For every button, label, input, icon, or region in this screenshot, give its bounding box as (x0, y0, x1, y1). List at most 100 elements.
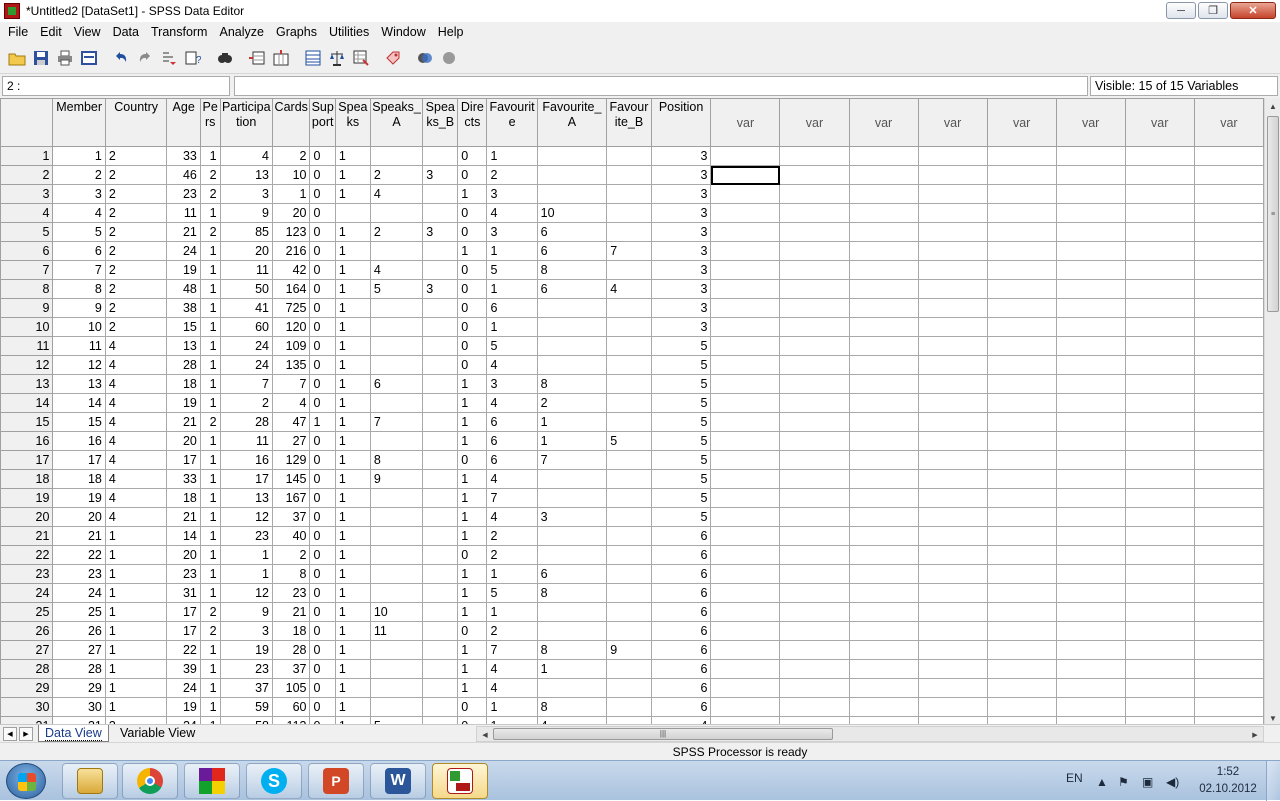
empty-cell[interactable] (710, 412, 781, 432)
empty-cell[interactable] (710, 450, 781, 470)
empty-cell[interactable] (1124, 564, 1195, 584)
chrome-icon[interactable] (122, 763, 178, 799)
data-cell[interactable]: 1 (536, 412, 608, 432)
empty-cell[interactable] (1124, 659, 1195, 679)
empty-cell[interactable] (1193, 412, 1264, 432)
data-cell[interactable]: 28 (219, 412, 273, 432)
empty-cell[interactable] (779, 374, 850, 394)
data-cell[interactable]: 16 (52, 431, 106, 451)
row-number[interactable]: 1 (0, 146, 54, 166)
data-cell[interactable]: 0 (457, 545, 488, 565)
data-cell[interactable]: 1 (199, 241, 221, 261)
empty-cell[interactable] (710, 678, 781, 698)
data-cell[interactable] (422, 697, 459, 717)
data-cell[interactable]: 7 (486, 488, 538, 508)
empty-cell[interactable] (986, 298, 1057, 318)
data-cell[interactable] (422, 412, 459, 432)
empty-cell[interactable] (986, 146, 1057, 166)
data-cell[interactable]: 20 (52, 507, 106, 527)
tab-next-icon[interactable]: ▶ (19, 727, 33, 741)
goto-case-icon[interactable] (158, 47, 180, 69)
data-cell[interactable] (606, 469, 652, 489)
data-cell[interactable]: 1 (104, 526, 168, 546)
data-cell[interactable] (536, 317, 608, 337)
data-cell[interactable]: 19 (52, 488, 106, 508)
data-cell[interactable]: 0 (309, 507, 336, 527)
data-cell[interactable]: 1 (334, 165, 371, 185)
empty-cell[interactable] (779, 450, 850, 470)
data-cell[interactable]: 13 (166, 336, 201, 356)
data-cell[interactable] (422, 583, 459, 603)
empty-cell[interactable] (779, 583, 850, 603)
empty-cell[interactable] (1193, 393, 1264, 413)
data-cell[interactable]: 2 (369, 222, 424, 242)
data-cell[interactable] (422, 146, 459, 166)
data-cell[interactable]: 0 (457, 697, 488, 717)
data-cell[interactable]: 1 (199, 374, 221, 394)
data-cell[interactable]: 1 (104, 545, 168, 565)
data-cell[interactable]: 5 (52, 222, 106, 242)
data-cell[interactable]: 42 (271, 260, 311, 280)
data-cell[interactable]: 0 (457, 716, 488, 724)
data-cell[interactable]: 725 (271, 298, 311, 318)
data-cell[interactable]: 1 (199, 488, 221, 508)
data-cell[interactable]: 47 (271, 412, 311, 432)
data-cell[interactable]: 123 (271, 222, 311, 242)
empty-cell[interactable] (917, 659, 988, 679)
empty-cell[interactable] (1055, 279, 1126, 299)
empty-cell[interactable] (1055, 260, 1126, 280)
data-cell[interactable]: 1 (334, 355, 371, 375)
empty-cell[interactable] (1055, 507, 1126, 527)
empty-variable-header[interactable]: var (779, 98, 850, 147)
data-cell[interactable] (606, 450, 652, 470)
empty-cell[interactable] (1124, 450, 1195, 470)
data-cell[interactable]: 4 (104, 488, 168, 508)
data-cell[interactable]: 24 (166, 716, 201, 724)
data-cell[interactable]: 0 (309, 222, 336, 242)
scroll-left-icon[interactable]: ◀ (477, 727, 493, 743)
data-cell[interactable]: 8 (536, 583, 608, 603)
empty-cell[interactable] (1055, 374, 1126, 394)
empty-cell[interactable] (986, 602, 1057, 622)
empty-cell[interactable] (986, 412, 1057, 432)
data-cell[interactable] (606, 203, 652, 223)
data-cell[interactable]: 3 (650, 298, 712, 318)
empty-cell[interactable] (917, 564, 988, 584)
empty-cell[interactable] (1124, 545, 1195, 565)
data-cell[interactable] (606, 393, 652, 413)
data-cell[interactable]: 1 (199, 659, 221, 679)
data-cell[interactable] (422, 469, 459, 489)
empty-cell[interactable] (1193, 469, 1264, 489)
data-cell[interactable]: 8 (271, 564, 311, 584)
insert-variable-icon[interactable] (270, 47, 292, 69)
data-cell[interactable]: 5 (650, 488, 712, 508)
empty-cell[interactable] (710, 640, 781, 660)
data-cell[interactable]: 1 (199, 279, 221, 299)
empty-cell[interactable] (710, 222, 781, 242)
empty-cell[interactable] (779, 545, 850, 565)
data-cell[interactable]: 6 (650, 602, 712, 622)
empty-cell[interactable] (1055, 526, 1126, 546)
data-cell[interactable]: 0 (457, 450, 488, 470)
empty-cell[interactable] (917, 222, 988, 242)
network-icon[interactable]: ▣ (1142, 775, 1156, 789)
row-number[interactable]: 16 (0, 431, 54, 451)
empty-cell[interactable] (1193, 355, 1264, 375)
data-cell[interactable]: 0 (457, 317, 488, 337)
data-cell[interactable] (369, 355, 424, 375)
empty-cell[interactable] (917, 241, 988, 261)
data-cell[interactable] (422, 241, 459, 261)
empty-cell[interactable] (848, 488, 919, 508)
data-cell[interactable]: 0 (309, 526, 336, 546)
empty-cell[interactable] (1124, 203, 1195, 223)
data-cell[interactable]: 1 (199, 545, 221, 565)
cell-value-input[interactable] (234, 76, 1088, 96)
data-cell[interactable]: 0 (457, 279, 488, 299)
data-cell[interactable]: 6 (650, 659, 712, 679)
data-cell[interactable]: 22 (52, 545, 106, 565)
show-desktop-button[interactable] (1266, 761, 1280, 801)
empty-cell[interactable] (779, 431, 850, 451)
clock-date[interactable]: 02.10.2012 (1196, 783, 1260, 795)
data-cell[interactable]: 3 (650, 222, 712, 242)
data-cell[interactable]: 20 (166, 545, 201, 565)
